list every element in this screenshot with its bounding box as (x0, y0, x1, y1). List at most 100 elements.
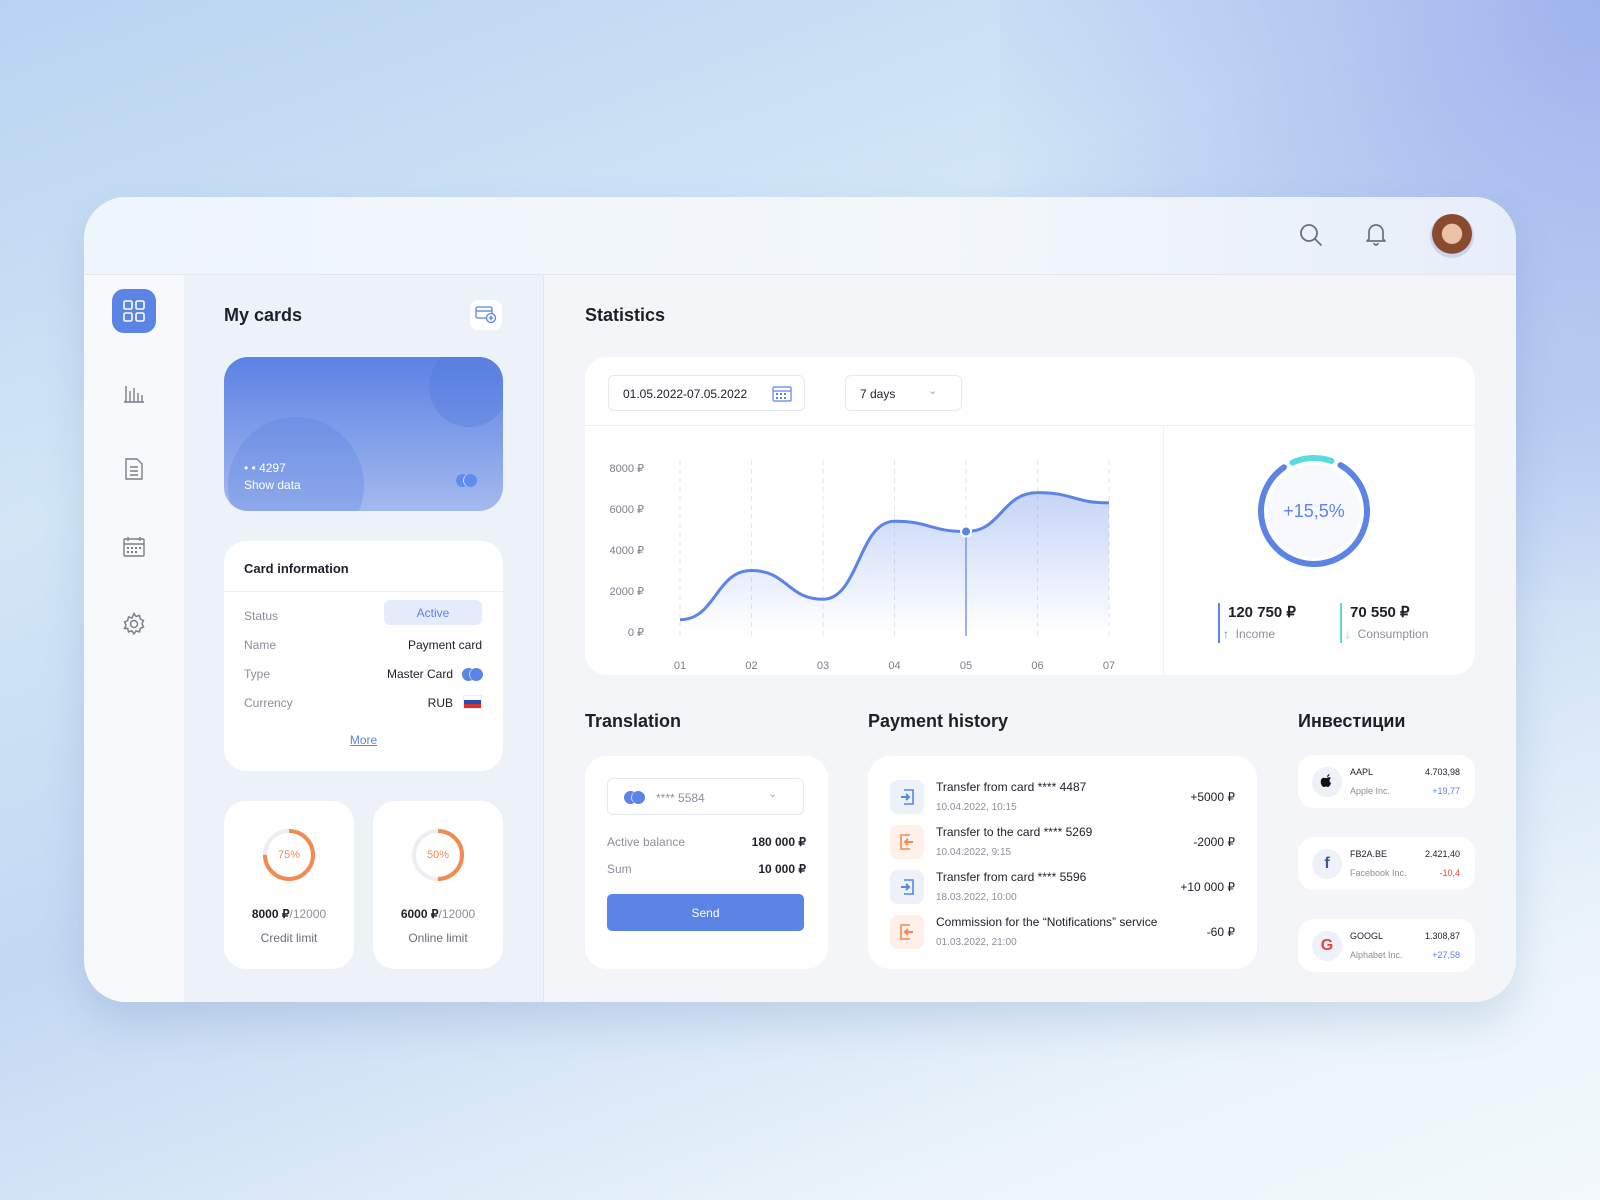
investment-change: -10,4 (1439, 868, 1460, 878)
x-tick-label: 02 (745, 660, 757, 672)
limit-percent: 50% (426, 849, 450, 861)
investment-item[interactable]: f FB2A.BE Facebook Inc. 2.421,40 -10,4 (1298, 837, 1475, 890)
investment-ticker: AAPL (1350, 767, 1374, 777)
payment-amount: +10 000 ₽ (1180, 880, 1235, 894)
payment-amount: +5000 ₽ (1190, 790, 1235, 804)
y-tick-label: 2000 ₽ (609, 586, 644, 598)
investment-company: Facebook Inc. (1350, 868, 1407, 878)
payment-row[interactable]: Transfer from card **** 5596 18.03.2022,… (868, 868, 1257, 912)
card-decoration (429, 357, 503, 427)
payment-row[interactable]: Commission for the “Notifications” servi… (868, 913, 1257, 957)
dashboard-icon (123, 300, 145, 322)
card-select[interactable]: **** 5584 ⌄ (607, 778, 804, 815)
settings-icon (123, 612, 145, 636)
avatar[interactable] (1430, 214, 1474, 258)
sum-value[interactable]: 10 000 ₽ (758, 862, 806, 876)
incoming-transfer-icon (890, 780, 924, 814)
more-link[interactable]: More (224, 733, 503, 747)
facebook-icon: f (1312, 849, 1342, 879)
arrow-down-icon: ↓ (1345, 627, 1351, 641)
y-tick-label: 0 ₽ (628, 627, 644, 639)
investment-change: +27,58 (1432, 950, 1460, 960)
payment-date: 10.04.2022, 10:15 (936, 802, 1017, 813)
limit-total: /12000 (438, 907, 476, 921)
payment-row[interactable]: Transfer to the card **** 5269 10.04.202… (868, 823, 1257, 867)
payment-row[interactable]: Transfer from card **** 4487 10.04.2022,… (868, 778, 1257, 822)
investment-company: Alphabet Inc. (1350, 950, 1403, 960)
investment-price: 4.703,98 (1424, 767, 1460, 777)
bank-card[interactable]: • • 4297 Show data (224, 357, 503, 511)
statistics-panel: 01.05.2022-07.05.2022 7 days ⌄ 8000 ₽ 600… (585, 357, 1475, 675)
consumption-bar (1340, 603, 1342, 643)
mastercard-icon (462, 668, 483, 686)
investment-ticker: FB2A.BE (1350, 849, 1388, 859)
x-tick-label: 06 (1031, 660, 1043, 672)
limit-card: 50% 6000 ₽/12000 Online limit (373, 801, 503, 969)
dashboard-window: My cards • • 4297 Show data Card informa… (84, 197, 1516, 1002)
payment-date: 10.04.2022, 9:15 (936, 847, 1012, 858)
divider (1163, 425, 1164, 675)
sidebar (84, 275, 184, 1002)
income-label-text: Income (1235, 627, 1276, 641)
my-cards-title: My cards (224, 305, 303, 325)
chart-icon (124, 386, 144, 403)
sidebar-item-documents[interactable] (112, 447, 156, 491)
outgoing-transfer-icon (890, 825, 924, 859)
outgoing-transfer-icon (890, 915, 924, 949)
type-label: Type (244, 667, 271, 681)
payment-title: Transfer to the card **** 5269 (936, 825, 1093, 839)
show-data-link[interactable]: Show data (244, 478, 301, 492)
card-number: • • 4297 (244, 461, 286, 475)
payment-title: Commission for the “Notifications” servi… (936, 915, 1158, 929)
send-button[interactable]: Send (607, 894, 804, 931)
limit-amount: 8000 ₽/12000 (224, 907, 354, 921)
date-range-value: 01.05.2022-07.05.2022 (623, 387, 748, 401)
mastercard-icon (624, 791, 645, 809)
sidebar-item-settings[interactable] (112, 602, 156, 646)
y-tick-label: 6000 ₽ (609, 504, 644, 516)
x-tick-label: 04 (888, 660, 900, 672)
arrow-up-icon: ↑ (1223, 627, 1229, 641)
calendar-icon[interactable] (772, 385, 792, 402)
highlight-point[interactable] (960, 525, 972, 538)
income-label: ↑ Income (1223, 627, 1275, 641)
limit-label: Credit limit (260, 931, 318, 945)
add-card-button[interactable] (470, 300, 502, 330)
limit-total: /12000 (289, 907, 327, 921)
currency-label: Currency (244, 696, 293, 710)
document-icon (125, 458, 143, 480)
y-tick-label: 8000 ₽ (609, 463, 644, 475)
y-tick-label: 4000 ₽ (609, 545, 644, 557)
sidebar-item-statistics[interactable] (112, 370, 156, 414)
divider (224, 591, 503, 592)
investment-item[interactable]: AAPL Apple Inc. 4.703,98 +19,77 (1298, 755, 1475, 808)
payment-title: Transfer from card **** 4487 (936, 780, 1087, 794)
sidebar-item-dashboard[interactable] (112, 289, 156, 333)
investment-price: 1.308,87 (1424, 931, 1460, 941)
investment-price: 2.421,40 (1424, 849, 1460, 859)
payment-history-title: Payment history (868, 711, 1009, 731)
balance-label: Active balance (607, 835, 686, 849)
investment-item[interactable]: G GOOGL Alphabet Inc. 1.308,87 +27,58 (1298, 919, 1475, 972)
payment-date: 18.03.2022, 10:00 (936, 892, 1017, 903)
card-info-title: Card information (244, 561, 349, 576)
header (84, 197, 1516, 275)
limit-card: 75% 8000 ₽/12000 Credit limit (224, 801, 354, 969)
sidebar-item-calendar[interactable] (112, 525, 156, 569)
selected-card: **** 5584 (656, 791, 705, 805)
bell-icon[interactable] (1364, 221, 1388, 247)
investment-company: Apple Inc. (1350, 786, 1391, 796)
period-select[interactable]: 7 days ⌄ (845, 375, 962, 411)
consumption-label-text: Consumption (1357, 627, 1429, 641)
payment-title: Transfer from card **** 5596 (936, 870, 1087, 884)
consumption-label: ↓ Consumption (1345, 627, 1428, 641)
translation-title: Translation (585, 711, 682, 731)
income-value: 120 750 ₽ (1228, 604, 1296, 621)
limit-used: 6000 ₽ (400, 907, 439, 921)
search-icon[interactable] (1298, 222, 1324, 248)
consumption-value: 70 550 ₽ (1350, 604, 1410, 621)
investment-change: +19,77 (1432, 786, 1460, 796)
calendar-icon (123, 537, 145, 557)
limit-amount: 6000 ₽/12000 (373, 907, 503, 921)
date-range-input[interactable]: 01.05.2022-07.05.2022 (608, 375, 805, 411)
